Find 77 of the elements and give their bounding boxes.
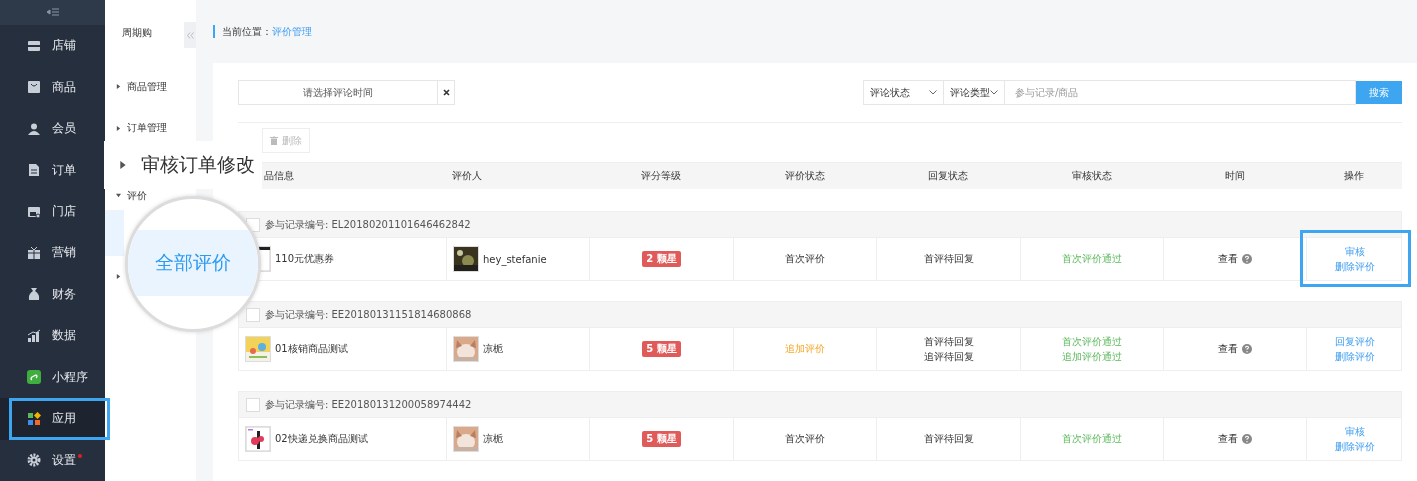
column-header: 评价状态 <box>783 169 826 183</box>
sidebar-item[interactable]: 门店 <box>0 190 105 233</box>
view-link[interactable]: 查看 <box>1218 432 1238 446</box>
reply-status: 首评待回复 <box>923 432 974 446</box>
collapse-tab[interactable] <box>184 22 196 48</box>
column-header: 评价人 <box>451 169 483 183</box>
checkbox[interactable] <box>246 397 260 412</box>
checkbox[interactable] <box>246 307 260 322</box>
record-number: 参与记录编号: EE20180131200058974442 <box>265 397 472 412</box>
product-name: 01核销商品测试 <box>275 342 348 356</box>
audit-status: 首次评价通过 <box>1062 334 1122 349</box>
document-icon <box>27 163 41 178</box>
sidebar-item[interactable]: 商品 <box>0 66 105 108</box>
chevron-down-icon <box>929 90 937 95</box>
column-header: 操作 <box>1343 169 1365 183</box>
sidebar-item[interactable]: 数据 <box>0 315 105 357</box>
grid-icon <box>27 411 41 426</box>
reply-status: 追评待回复 <box>923 349 974 364</box>
shop-icon <box>27 204 41 219</box>
zoomed-menu-item[interactable]: 审核订单修改 <box>104 141 262 189</box>
product-name: 110元优惠券 <box>275 252 335 266</box>
sidebar-item[interactable]: 营销 <box>0 232 105 274</box>
column-header: 品信息 <box>263 169 295 183</box>
clear-button[interactable] <box>437 80 455 105</box>
help-icon <box>1242 254 1252 264</box>
column-header: 回复状态 <box>927 169 969 183</box>
close-icon <box>442 89 450 96</box>
user-icon <box>27 121 41 136</box>
sidebar-item[interactable]: 财务 <box>0 273 105 316</box>
audit-status: 追加评价通过 <box>1062 349 1122 364</box>
store-icon <box>27 38 41 53</box>
record-number: 参与记录编号: EE20180131151814680868 <box>265 307 472 322</box>
column-header: 时间 <box>1223 169 1246 183</box>
help-icon <box>1242 344 1252 354</box>
reviewer-name: hey_stefanie <box>483 253 547 265</box>
breadcrumb-label: 当前位置： <box>222 24 272 39</box>
review-status: 追加评价 <box>785 342 825 356</box>
sidebar-item[interactable]: 店铺 <box>0 24 105 67</box>
product-name: 02快递兑换商品测试 <box>275 432 368 446</box>
reply-status: 首评待回复 <box>923 334 974 349</box>
sidebar-item[interactable]: 会员 <box>0 107 105 150</box>
double-chevron-left-icon <box>186 31 194 39</box>
money-bag-icon <box>27 287 41 302</box>
column-header: 评分等级 <box>640 169 682 183</box>
settings-icon <box>27 453 41 468</box>
collapse-menu-icon[interactable] <box>46 8 59 17</box>
dropdown[interactable]: 评论状态 <box>863 80 944 105</box>
reviewer-name: 凉栀 <box>483 432 503 446</box>
reviewer-name: 凉栀 <box>483 342 503 356</box>
help-icon <box>1242 434 1252 444</box>
date-field[interactable]: 请选择评论时间 <box>238 80 437 105</box>
review-status: 首次评价 <box>785 252 825 266</box>
box-icon <box>27 80 41 95</box>
sidebar-item[interactable]: 设置 <box>0 439 105 481</box>
rating-badge: 5 颗星 <box>642 341 681 357</box>
rating-badge: 5 颗星 <box>642 431 681 447</box>
audit-status: 首次评价通过 <box>1062 252 1122 266</box>
trash-icon <box>270 136 278 145</box>
view-link[interactable]: 查看 <box>1218 342 1238 356</box>
audit-status: 首次评价通过 <box>1062 432 1122 446</box>
view-link[interactable]: 查看 <box>1218 252 1238 266</box>
column-header: 审核状态 <box>1070 169 1113 183</box>
review-status: 首次评价 <box>785 432 825 446</box>
search-field[interactable]: 参与记录/商品 <box>1004 80 1356 105</box>
reply-status: 首评待回复 <box>923 252 974 266</box>
bar-chart-icon <box>27 328 41 343</box>
gift-icon <box>27 245 41 260</box>
mini-program-icon <box>27 370 41 385</box>
checkbox[interactable] <box>246 217 260 232</box>
sidebar-item[interactable]: 订单 <box>0 149 105 191</box>
record-number: 参与记录编号: EL20180201101646462842 <box>265 217 471 232</box>
rating-badge: 2 颗星 <box>642 251 681 267</box>
subnav-item-background[interactable] <box>105 209 124 256</box>
sidebar-item[interactable]: 小程序 <box>0 356 105 399</box>
subnav-title: 周期购 <box>122 27 152 38</box>
chevron-down-icon <box>990 90 998 95</box>
subnav-item[interactable]: 商品管理 <box>105 66 196 108</box>
